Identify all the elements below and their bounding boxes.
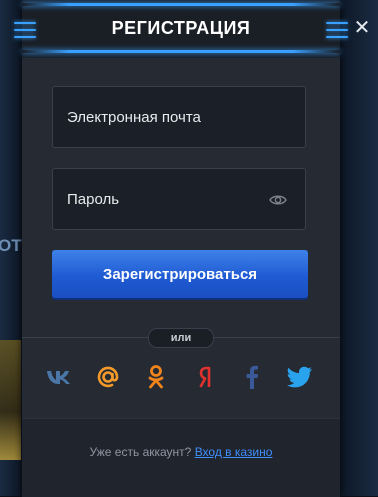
twitter-login-button[interactable] — [287, 366, 313, 392]
registration-modal: РЕГИСТРАЦИЯ Зарегистрироваться или — [14, 0, 348, 497]
or-divider-label: или — [148, 328, 214, 348]
facebook-login-button[interactable] — [239, 365, 265, 394]
password-input[interactable] — [53, 169, 305, 229]
register-button[interactable]: Зарегистрироваться — [52, 250, 308, 298]
email-input[interactable] — [53, 87, 305, 147]
header-glow-line-top — [22, 3, 340, 6]
twitter-icon — [287, 366, 313, 393]
modal-footer: Уже есть аккаунт? Вход в казино — [22, 418, 340, 497]
background-game-thumbnail — [0, 340, 21, 460]
odnoklassniki-login-button[interactable] — [143, 364, 169, 395]
header-glow-line-bottom — [22, 50, 340, 53]
odnoklassniki-icon — [146, 364, 166, 395]
modal-header: РЕГИСТРАЦИЯ — [14, 0, 348, 58]
email-field[interactable] — [52, 86, 306, 148]
mail-ru-icon — [96, 365, 120, 394]
background-peek-text: ОТ — [0, 236, 22, 255]
vk-icon — [46, 369, 72, 390]
yandex-icon — [198, 365, 214, 394]
facebook-icon — [245, 365, 259, 394]
password-field[interactable] — [52, 168, 306, 230]
background-right-panel — [338, 0, 378, 496]
show-password-eye-icon[interactable] — [269, 191, 287, 209]
modal-title: РЕГИСТРАЦИЯ — [111, 18, 251, 38]
yandex-login-button[interactable] — [193, 366, 219, 392]
mail-ru-login-button[interactable] — [95, 366, 121, 392]
vk-login-button[interactable] — [46, 366, 72, 392]
login-link[interactable]: Вход в казино — [195, 445, 273, 459]
footer-text: Уже есть аккаунт? Вход в казино — [22, 445, 340, 459]
existing-account-text: Уже есть аккаунт? — [89, 445, 192, 459]
close-icon[interactable]: ✕ — [352, 18, 372, 38]
